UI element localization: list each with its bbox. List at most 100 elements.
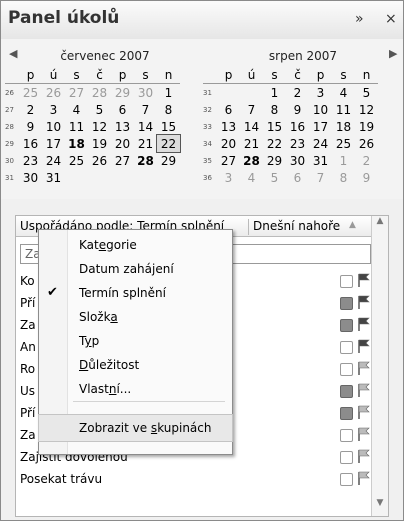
category-checkbox[interactable] xyxy=(340,385,353,398)
calendar-day[interactable]: 10 xyxy=(42,118,65,135)
calendar-day[interactable]: 13 xyxy=(217,118,240,135)
calendar-day[interactable]: 28 xyxy=(88,84,111,102)
follow-up-flag-icon[interactable] xyxy=(356,404,370,420)
calendar-day[interactable]: 5 xyxy=(88,101,111,118)
calendar-day[interactable]: 29 xyxy=(111,84,134,102)
scrollbar[interactable]: ▲ ▼ xyxy=(371,216,388,516)
menu-item[interactable]: Datum zahájení xyxy=(39,256,232,282)
sort-order-label[interactable]: Dnešní nahoře xyxy=(248,219,340,235)
calendar-day[interactable]: 27 xyxy=(65,84,88,102)
calendar-day[interactable]: 22 xyxy=(263,135,286,152)
calendar-day[interactable]: 1 xyxy=(332,152,355,169)
follow-up-flag-icon[interactable] xyxy=(356,338,370,354)
calendar-day[interactable]: 24 xyxy=(309,135,332,152)
calendar-day[interactable]: 2 xyxy=(19,101,42,118)
calendar-day[interactable]: 23 xyxy=(19,152,42,169)
calendar-day[interactable]: 10 xyxy=(309,101,332,118)
category-checkbox[interactable] xyxy=(340,451,353,464)
category-checkbox[interactable] xyxy=(340,407,353,420)
calendar-day[interactable]: 21 xyxy=(134,135,157,152)
calendar-day[interactable]: 15 xyxy=(157,118,180,135)
calendar-day[interactable]: 9 xyxy=(355,169,378,186)
calendar-day[interactable]: 24 xyxy=(42,152,65,169)
calendar-day[interactable]: 25 xyxy=(19,84,42,102)
calendar-day[interactable]: 25 xyxy=(332,135,355,152)
calendar-day[interactable]: 19 xyxy=(355,118,378,135)
calendar-day[interactable]: 20 xyxy=(111,135,134,152)
calendar-day[interactable]: 5 xyxy=(355,84,378,102)
calendar-day[interactable]: 11 xyxy=(332,101,355,118)
calendar-day[interactable]: 6 xyxy=(111,101,134,118)
calendar-day[interactable]: 14 xyxy=(134,118,157,135)
calendar-day[interactable]: 16 xyxy=(19,135,42,152)
calendar-day[interactable]: 28 xyxy=(134,152,157,169)
calendar-day[interactable]: 18 xyxy=(65,135,88,152)
calendar-day[interactable]: 12 xyxy=(88,118,111,135)
follow-up-flag-icon[interactable] xyxy=(356,316,370,332)
next-month-icon[interactable]: ▶ xyxy=(389,47,397,60)
follow-up-flag-icon[interactable] xyxy=(356,448,370,464)
calendar-day[interactable]: 31 xyxy=(309,152,332,169)
category-checkbox[interactable] xyxy=(340,275,353,288)
calendar-day[interactable]: 3 xyxy=(309,84,332,102)
follow-up-flag-icon[interactable] xyxy=(356,294,370,310)
calendar-day[interactable]: 2 xyxy=(286,84,309,102)
calendar-day[interactable]: 4 xyxy=(65,101,88,118)
calendar-day[interactable]: 17 xyxy=(309,118,332,135)
menu-item[interactable]: Vlastní... xyxy=(39,376,232,402)
calendar-day[interactable]: 27 xyxy=(217,152,240,169)
follow-up-flag-icon[interactable] xyxy=(356,470,370,486)
expand-icon[interactable]: » xyxy=(355,11,364,27)
calendar-day[interactable]: 3 xyxy=(217,169,240,186)
calendar-day[interactable]: 8 xyxy=(157,101,180,118)
scroll-down-icon[interactable]: ▼ xyxy=(372,498,388,516)
category-checkbox[interactable] xyxy=(340,319,353,332)
calendar-day[interactable]: 4 xyxy=(240,169,263,186)
calendar-day[interactable]: 28 xyxy=(240,152,263,169)
calendar-day[interactable]: 6 xyxy=(217,101,240,118)
calendar-day[interactable]: 5 xyxy=(263,169,286,186)
follow-up-flag-icon[interactable] xyxy=(356,272,370,288)
calendar-day[interactable]: 11 xyxy=(65,118,88,135)
calendar-day[interactable]: 9 xyxy=(19,118,42,135)
calendar-day[interactable]: 2 xyxy=(355,152,378,169)
calendar-day[interactable]: 30 xyxy=(134,84,157,102)
calendar-day[interactable]: 21 xyxy=(240,135,263,152)
category-checkbox[interactable] xyxy=(340,341,353,354)
calendar-day[interactable]: 19 xyxy=(88,135,111,152)
calendar-day[interactable]: 29 xyxy=(263,152,286,169)
calendar-day[interactable]: 14 xyxy=(240,118,263,135)
menu-item[interactable]: ✔ Termín splnění xyxy=(39,280,232,306)
menu-item[interactable]: Složka xyxy=(39,304,232,330)
calendar-day[interactable]: 22 xyxy=(156,134,181,153)
calendar-day[interactable]: 7 xyxy=(134,101,157,118)
calendar-day[interactable]: 9 xyxy=(286,101,309,118)
calendar-day[interactable]: 8 xyxy=(332,169,355,186)
category-checkbox[interactable] xyxy=(340,297,353,310)
calendar-day[interactable]: 17 xyxy=(42,135,65,152)
calendar-day[interactable]: 12 xyxy=(355,101,378,118)
follow-up-flag-icon[interactable] xyxy=(356,360,370,376)
calendar-day[interactable]: 30 xyxy=(19,169,42,186)
close-icon[interactable]: × xyxy=(385,11,397,27)
sort-arrow-icon[interactable]: ▲ xyxy=(349,220,356,230)
menu-item[interactable]: Kategorie xyxy=(39,232,232,258)
category-checkbox[interactable] xyxy=(340,473,353,486)
calendar-day[interactable]: 4 xyxy=(332,84,355,102)
category-checkbox[interactable] xyxy=(340,363,353,376)
calendar-day[interactable]: 8 xyxy=(263,101,286,118)
calendar-day[interactable]: 29 xyxy=(157,152,180,169)
calendar-day[interactable]: 18 xyxy=(332,118,355,135)
category-checkbox[interactable] xyxy=(340,429,353,442)
menu-item[interactable]: Důležitost xyxy=(39,352,232,378)
calendar-day[interactable]: 6 xyxy=(286,169,309,186)
calendar-day[interactable]: 3 xyxy=(42,101,65,118)
calendar-day[interactable]: 15 xyxy=(263,118,286,135)
calendar-day[interactable]: 7 xyxy=(309,169,332,186)
calendar-day[interactable]: 20 xyxy=(217,135,240,152)
calendar-day[interactable]: 16 xyxy=(286,118,309,135)
follow-up-flag-icon[interactable] xyxy=(356,382,370,398)
calendar-day[interactable]: 30 xyxy=(286,152,309,169)
calendar-day[interactable]: 13 xyxy=(111,118,134,135)
scroll-up-icon[interactable]: ▲ xyxy=(372,216,388,234)
